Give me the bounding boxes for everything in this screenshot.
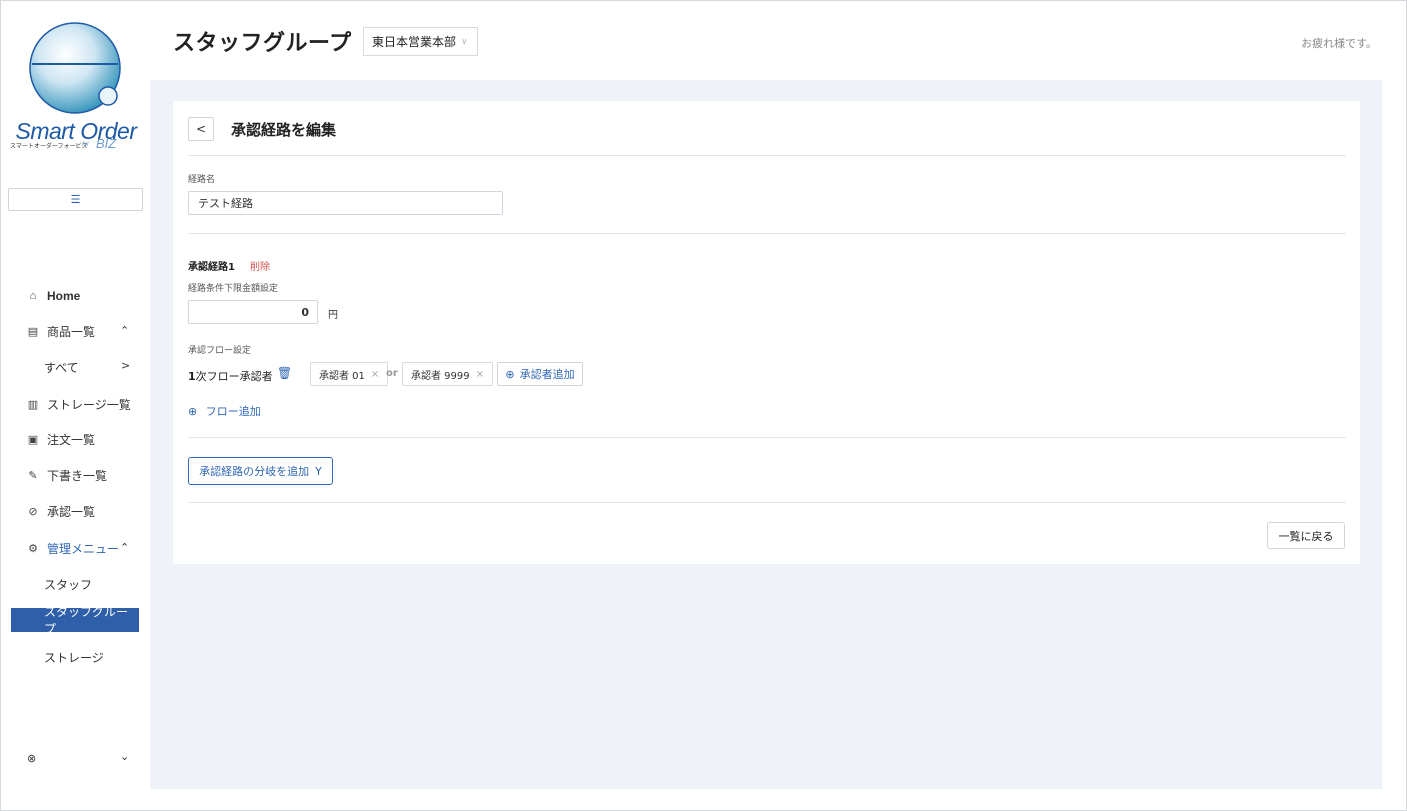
flow-number: 1 bbox=[188, 370, 196, 383]
logo-biz: BIZ bbox=[96, 136, 117, 151]
chevron-right-icon[interactable]: > bbox=[121, 359, 130, 372]
approver-chip: 承認者 9999 × bbox=[402, 362, 494, 386]
add-branch-label: 承認経路の分岐を追加 bbox=[199, 465, 310, 478]
divider bbox=[188, 233, 1346, 234]
card-title: 承認経路を編集 bbox=[231, 121, 337, 139]
approver-name: 承認者 01 bbox=[319, 370, 365, 382]
route-name-label: 経路名 bbox=[188, 175, 216, 185]
sidebar-item-label: ストレージ一覧 bbox=[47, 397, 131, 412]
sidebar-item-label: 管理メニュー bbox=[47, 541, 120, 556]
department-value: 東日本営業本部 bbox=[372, 35, 457, 49]
or-text: or bbox=[386, 368, 398, 379]
route-name-value: テスト経路 bbox=[198, 197, 253, 210]
list-icon: ☰ bbox=[70, 193, 81, 206]
sidebar-item-orders[interactable]: ▣ 注文一覧 bbox=[26, 428, 95, 450]
order-icon: ▣ bbox=[27, 432, 39, 446]
logo-for: for bbox=[82, 142, 90, 148]
flow-label-text: 次フロー承認者 bbox=[195, 370, 273, 383]
add-branch-button[interactable]: 承認経路の分岐を追加 Y bbox=[188, 457, 333, 485]
approver-name: 承認者 9999 bbox=[411, 370, 470, 382]
sidebar-item-label: 承認一覧 bbox=[47, 504, 96, 519]
route-name-input[interactable]: テスト経路 bbox=[188, 191, 503, 215]
sidebar-item-admin-menu[interactable]: ⚙ 管理メニュー bbox=[26, 537, 119, 559]
plus-circle-icon: ⊕ bbox=[505, 367, 515, 381]
chevron-up-icon[interactable]: ⌃ bbox=[120, 324, 129, 337]
sidebar-item-home[interactable]: ⌂ Home bbox=[26, 285, 81, 307]
divider bbox=[188, 502, 1346, 503]
sidebar-item-label: 注文一覧 bbox=[47, 432, 96, 447]
branch-icon: Y bbox=[315, 464, 322, 478]
sidebar-item-storage[interactable]: ストレージ bbox=[44, 649, 104, 666]
back-button[interactable]: < bbox=[188, 117, 214, 141]
logo-subtext-label: スマートオーダーフォービズ bbox=[10, 144, 88, 150]
user-icon[interactable]: ⊗ bbox=[27, 752, 36, 765]
back-to-list-button[interactable]: 一覧に戻る bbox=[1267, 522, 1345, 549]
close-icon[interactable]: × bbox=[371, 369, 379, 380]
flow-label: 1次フロー承認者 bbox=[188, 368, 273, 384]
approver-chip: 承認者 01 × bbox=[310, 362, 389, 386]
admin-icon: ⚙ bbox=[28, 541, 38, 555]
chevron-down-icon: ∨ bbox=[461, 36, 468, 47]
chevron-down-icon[interactable]: ⌄ bbox=[120, 750, 129, 763]
sidebar: Smart Order スマートオーダーフォービズ for BIZ ☰ ⌂ Ho… bbox=[0, 0, 150, 811]
add-flow-label: フロー追加 bbox=[205, 405, 261, 418]
chevron-up-icon[interactable]: ⌃ bbox=[120, 541, 129, 554]
sidebar-item-drafts[interactable]: ✎ 下書き一覧 bbox=[26, 464, 107, 486]
draft-icon: ✎ bbox=[28, 468, 38, 482]
route-title: 承認経路1 bbox=[188, 262, 235, 273]
route-delete-link[interactable]: 削除 bbox=[250, 258, 270, 273]
close-icon[interactable]: × bbox=[476, 369, 484, 380]
greeting-text: お疲れ様です。 bbox=[1301, 37, 1377, 50]
sidebar-item-staff-group[interactable]: スタッフグループ bbox=[11, 605, 139, 636]
home-icon: ⌂ bbox=[29, 290, 37, 302]
product-icon: ▤ bbox=[27, 324, 39, 338]
add-approver-label: 承認者追加 bbox=[519, 368, 575, 381]
sidebar-item-approvals[interactable]: ⊘ 承認一覧 bbox=[26, 500, 95, 522]
min-amount-value: 0 bbox=[301, 305, 309, 319]
add-approver-button[interactable]: ⊕ 承認者追加 bbox=[497, 362, 583, 386]
department-select[interactable]: 東日本営業本部 ∨ bbox=[363, 27, 478, 56]
divider bbox=[188, 437, 1346, 438]
page-title: スタッフグループ bbox=[173, 31, 352, 56]
logo-subtext: スマートオーダーフォービズ for BIZ bbox=[10, 136, 140, 151]
flow-setting-label: 承認フロー設定 bbox=[188, 346, 252, 356]
sidebar-item-storage-list[interactable]: ▥ ストレージ一覧 bbox=[26, 393, 131, 415]
min-amount-label: 経路条件下限金額設定 bbox=[188, 284, 279, 294]
sidebar-item-label: Home bbox=[47, 289, 81, 303]
currency-label: 円 bbox=[328, 310, 338, 321]
sidebar-item-staff[interactable]: スタッフ bbox=[44, 576, 92, 593]
plus-circle-icon: ⊕ bbox=[188, 405, 198, 418]
divider bbox=[188, 155, 1346, 156]
sidebar-item-label: 下書き一覧 bbox=[47, 468, 108, 483]
min-amount-input[interactable]: 0 bbox=[188, 300, 318, 324]
sidebar-item-all[interactable]: すべて bbox=[44, 359, 79, 376]
sidebar-item-products[interactable]: ▤ 商品一覧 bbox=[26, 320, 95, 342]
approve-icon: ⊘ bbox=[28, 504, 38, 518]
menu-toggle-button[interactable]: ☰ bbox=[8, 188, 143, 211]
edit-route-card bbox=[173, 101, 1360, 564]
storage-icon: ▥ bbox=[27, 397, 39, 411]
add-flow-link[interactable]: ⊕ フロー追加 bbox=[188, 403, 261, 419]
trash-icon[interactable]: 🗑 bbox=[277, 366, 292, 380]
sidebar-item-label: 商品一覧 bbox=[47, 324, 96, 339]
